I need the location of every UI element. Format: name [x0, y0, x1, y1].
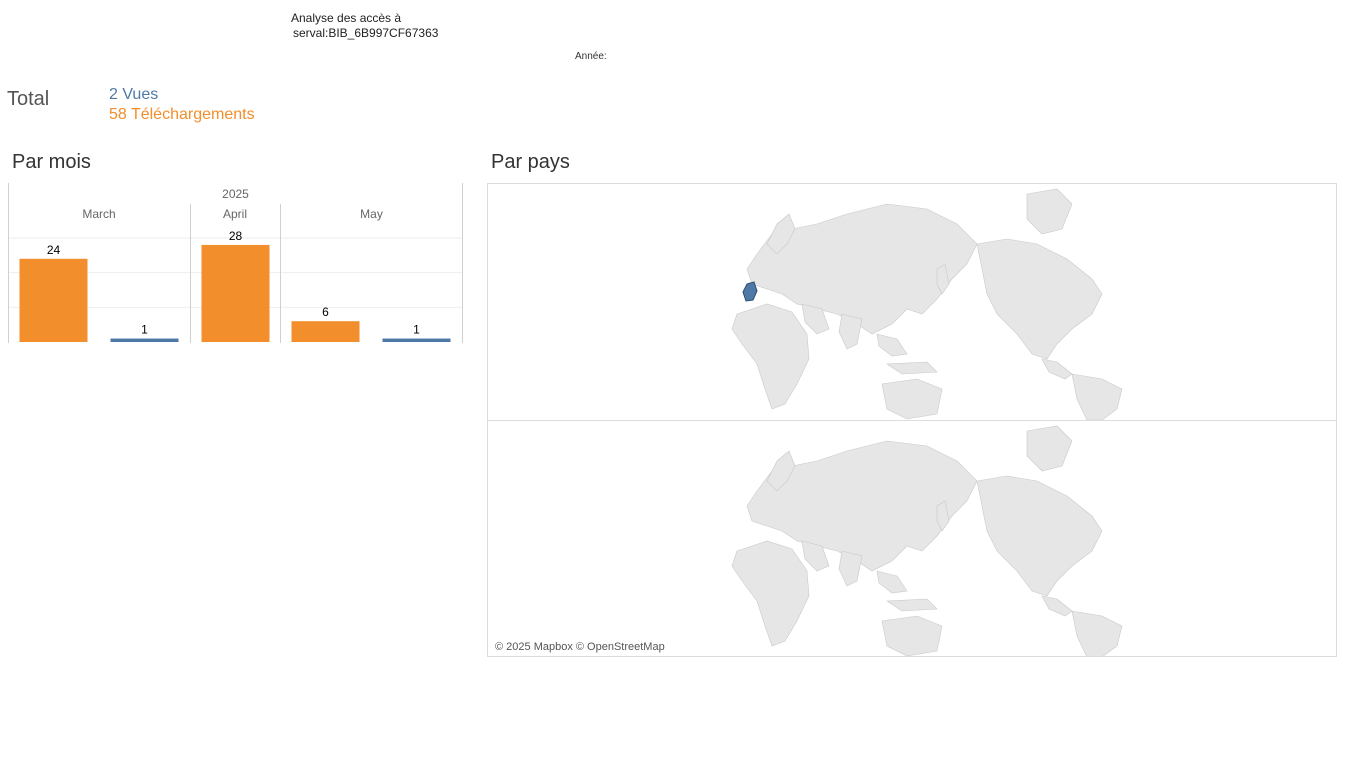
world-map-bottom: [731, 425, 1123, 656]
chart-category-label: May: [360, 207, 383, 221]
section-title-by-month: Par mois: [12, 151, 91, 173]
chart-bar: [382, 338, 451, 342]
chart-data-label: 24: [47, 243, 61, 257]
chart-category-label: March: [82, 207, 115, 221]
map-downloads[interactable]: © 2025 Mapbox © OpenStreetMap: [488, 421, 1336, 656]
total-label: Total: [7, 88, 50, 110]
map-attribution[interactable]: © 2025 Mapbox © OpenStreetMap: [495, 641, 665, 653]
chart-data-label: 1: [413, 323, 420, 337]
chart-bar: [110, 338, 179, 342]
country-map-panel[interactable]: © 2025 Mapbox © OpenStreetMap: [487, 183, 1337, 657]
section-title-by-country: Par pays: [491, 151, 570, 173]
chart-bar: [201, 244, 270, 342]
report-title-line2: serval:BIB_6B997CF67363: [293, 26, 439, 40]
year-filter-label[interactable]: Année:: [575, 51, 607, 62]
map-views[interactable]: [488, 184, 1336, 421]
chart-bar: [291, 321, 360, 342]
report-title: Analyse des accès à serval:BIB_6B997CF67…: [291, 11, 438, 41]
total-views: 2 Vues: [109, 86, 159, 103]
chart-bar: [19, 258, 88, 342]
world-map-top: [731, 188, 1123, 420]
chart-data-label: 6: [322, 305, 329, 319]
monthly-bar-chart: 2025 March 24 1 April 28 May 6 1: [8, 183, 463, 343]
chart-data-label: 1: [141, 323, 148, 337]
chart-category-label: April: [223, 207, 247, 221]
chart-year-label: 2025: [222, 187, 249, 201]
highlighted-country-shape: [742, 281, 758, 302]
total-downloads: 58 Téléchargements: [109, 106, 255, 123]
chart-data-label: 28: [229, 229, 243, 243]
report-title-line1: Analyse des accès à: [291, 11, 402, 25]
